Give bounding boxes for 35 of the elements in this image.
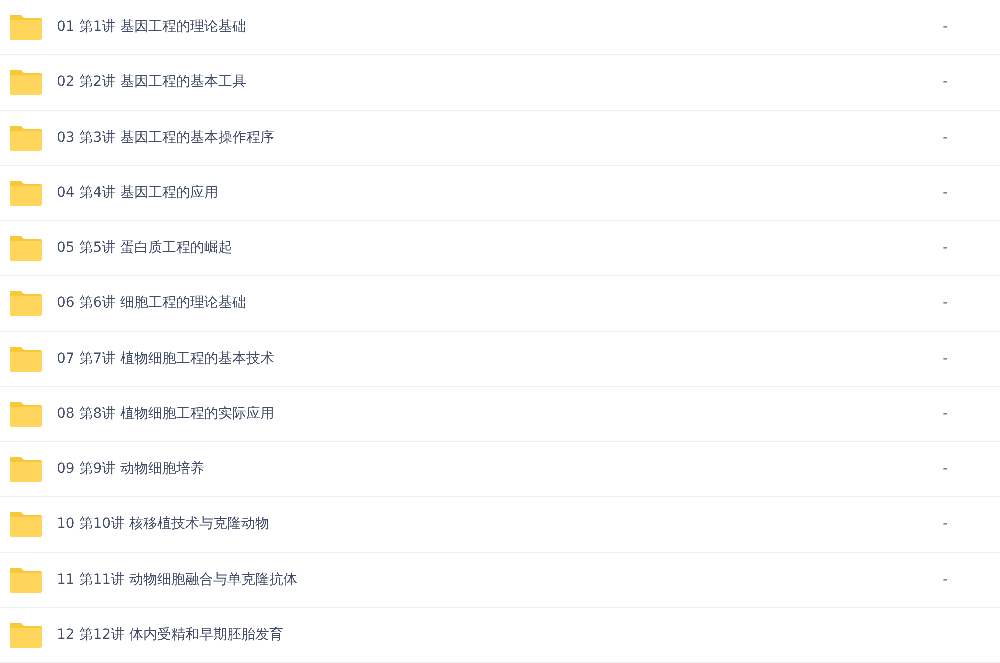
file-name[interactable]: 04 第4讲 基因工程的应用 [57,184,943,202]
folder-icon [10,290,42,316]
file-size: - [942,461,948,478]
file-name[interactable]: 08 第8讲 植物细胞工程的实际应用 [57,404,943,423]
folder-icon [10,180,42,206]
file-name[interactable]: 03 第3讲 基因工程的基本操作程序 [57,128,943,147]
folder-icon [10,235,42,262]
file-size: - [942,350,948,367]
file-name[interactable]: 09 第9讲 动物细胞培养 [57,460,943,478]
file-size: - [942,516,948,532]
file-name[interactable]: 07 第7讲 植物细胞工程的基本技术 [57,350,943,368]
folder-icon [10,14,42,40]
folder-icon [10,511,42,538]
file-size: - [942,240,948,256]
file-size: - [942,74,948,90]
file-name[interactable]: 12 第12讲 体内受精和早期胚胎发育 [57,626,948,644]
file-size: - [942,295,948,312]
file-name[interactable]: 06 第6讲 细胞工程的理论基础 [57,294,943,312]
folder-icon [10,69,42,96]
file-size: - [942,130,948,146]
file-name[interactable]: 11 第11讲 动物细胞融合与单克隆抗体 [57,570,943,589]
folder-icon [10,622,42,648]
folder-icon [10,400,42,427]
file-name[interactable]: 10 第10讲 核移植技术与克隆动物 [57,515,943,534]
file-size: - [942,184,948,201]
file-name[interactable]: 05 第5讲 蛋白质工程的崛起 [57,239,943,258]
folder-icon [10,346,42,372]
folder-icon [10,124,42,151]
file-size: - [942,572,948,588]
file-name[interactable]: 02 第2讲 基因工程的基本工具 [57,73,943,92]
file-size: - [942,19,948,36]
folder-icon [10,456,42,482]
file-size: - [942,406,948,422]
file-name[interactable]: 01 第1讲 基因工程的理论基础 [57,18,943,36]
folder-icon [10,566,42,593]
